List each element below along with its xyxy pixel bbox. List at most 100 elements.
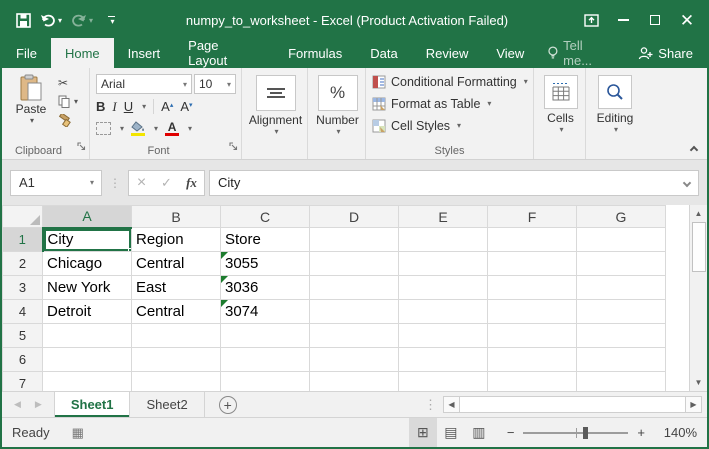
cell-F6[interactable] bbox=[488, 348, 577, 372]
font-size-select[interactable]: 10 ▾ bbox=[194, 74, 236, 94]
horizontal-scrollbar-track[interactable] bbox=[460, 396, 685, 413]
font-color-dropdown-arrow[interactable]: ▾ bbox=[188, 124, 192, 133]
copy-button[interactable]: ▾ bbox=[58, 94, 78, 109]
number-menu-button[interactable]: % Number ▾ bbox=[309, 72, 366, 143]
redo-dropdown-arrow[interactable]: ▾ bbox=[89, 16, 93, 25]
cell-G2[interactable] bbox=[577, 252, 666, 276]
cell-A5[interactable] bbox=[43, 324, 132, 348]
clipboard-dialog-launcher[interactable] bbox=[77, 138, 86, 156]
font-color-button[interactable]: A bbox=[165, 122, 179, 136]
close-button[interactable]: ✕ bbox=[671, 6, 703, 34]
cell-B7[interactable] bbox=[132, 372, 221, 392]
cell-C2[interactable]: 3055 bbox=[221, 252, 310, 276]
cell-A1[interactable]: City bbox=[43, 228, 132, 252]
expand-formula-bar-button[interactable] bbox=[683, 178, 691, 186]
cancel-button[interactable]: × bbox=[129, 174, 154, 192]
cell-G3[interactable] bbox=[577, 276, 666, 300]
row-header-3[interactable]: 3 bbox=[3, 276, 43, 300]
cell-D7[interactable] bbox=[310, 372, 399, 392]
tell-me-box[interactable]: Tell me... bbox=[538, 38, 624, 68]
fill-color-button[interactable] bbox=[131, 121, 145, 136]
next-sheet-button[interactable]: ▶ bbox=[35, 399, 42, 410]
fill-handle[interactable] bbox=[128, 248, 132, 252]
borders-dropdown-arrow[interactable]: ▾ bbox=[120, 124, 124, 133]
underline-button[interactable]: U bbox=[124, 99, 133, 114]
cell-styles-button[interactable]: Cell Styles ▾ bbox=[372, 115, 529, 136]
sheet-tab-sheet2[interactable]: Sheet2 bbox=[130, 392, 204, 417]
cell-E6[interactable] bbox=[399, 348, 488, 372]
scroll-left-button[interactable]: ◀ bbox=[443, 396, 460, 413]
cell-C4[interactable]: 3074 bbox=[221, 300, 310, 324]
cell-D2[interactable] bbox=[310, 252, 399, 276]
cell-C1[interactable]: Store bbox=[221, 228, 310, 252]
cell-D1[interactable] bbox=[310, 228, 399, 252]
scroll-up-button[interactable]: ▲ bbox=[690, 205, 707, 222]
column-header-E[interactable]: E bbox=[399, 206, 488, 228]
zoom-out-button[interactable]: − bbox=[507, 425, 515, 440]
cell-F2[interactable] bbox=[488, 252, 577, 276]
column-header-G[interactable]: G bbox=[577, 206, 666, 228]
row-header-2[interactable]: 2 bbox=[3, 252, 43, 276]
select-all-button[interactable] bbox=[3, 206, 43, 228]
tab-page-layout[interactable]: Page Layout bbox=[174, 38, 274, 68]
page-break-preview-button[interactable]: ▥ bbox=[465, 418, 493, 447]
row-header-1[interactable]: 1 bbox=[3, 228, 43, 252]
tab-review[interactable]: Review bbox=[412, 38, 483, 68]
tab-view[interactable]: View bbox=[482, 38, 538, 68]
minimize-button[interactable] bbox=[607, 6, 639, 34]
vertical-scrollbar-thumb[interactable] bbox=[692, 222, 706, 272]
cell-E7[interactable] bbox=[399, 372, 488, 392]
cell-E1[interactable] bbox=[399, 228, 488, 252]
cell-F4[interactable] bbox=[488, 300, 577, 324]
cell-C6[interactable] bbox=[221, 348, 310, 372]
macro-record-icon[interactable]: ▦ bbox=[72, 425, 84, 441]
cell-A3[interactable]: New York bbox=[43, 276, 132, 300]
cell-G6[interactable] bbox=[577, 348, 666, 372]
tab-formulas[interactable]: Formulas bbox=[274, 38, 356, 68]
bold-button[interactable]: B bbox=[96, 99, 105, 114]
row-header-7[interactable]: 7 bbox=[3, 372, 43, 392]
fill-color-dropdown-arrow[interactable]: ▾ bbox=[154, 124, 158, 133]
column-header-C[interactable]: C bbox=[221, 206, 310, 228]
formula-input[interactable]: City bbox=[209, 170, 699, 196]
decrease-font-size-button[interactable]: A▾ bbox=[180, 99, 192, 114]
alignment-menu-button[interactable]: Alignment ▾ bbox=[242, 72, 309, 143]
zoom-slider-thumb[interactable] bbox=[583, 427, 588, 439]
column-header-D[interactable]: D bbox=[310, 206, 399, 228]
normal-view-button[interactable]: ⊞ bbox=[409, 418, 437, 447]
cell-D4[interactable] bbox=[310, 300, 399, 324]
cell-C7[interactable] bbox=[221, 372, 310, 392]
customize-qat-button[interactable]: ▾ bbox=[104, 8, 119, 32]
paste-button[interactable]: Paste ▾ bbox=[8, 72, 54, 143]
zoom-in-button[interactable]: + bbox=[637, 425, 645, 440]
tab-home[interactable]: Home bbox=[51, 38, 114, 68]
cell-C5[interactable] bbox=[221, 324, 310, 348]
cell-G1[interactable] bbox=[577, 228, 666, 252]
cell-F7[interactable] bbox=[488, 372, 577, 392]
cell-B5[interactable] bbox=[132, 324, 221, 348]
editing-menu-button[interactable]: Editing ▾ bbox=[590, 72, 641, 143]
italic-button[interactable]: I bbox=[112, 99, 116, 115]
conditional-formatting-button[interactable]: Conditional Formatting ▾ bbox=[372, 71, 529, 92]
cell-B6[interactable] bbox=[132, 348, 221, 372]
borders-button[interactable] bbox=[96, 122, 111, 135]
font-dialog-launcher[interactable] bbox=[229, 138, 238, 156]
tab-insert[interactable]: Insert bbox=[114, 38, 175, 68]
sheet-tab-sheet1[interactable]: Sheet1 bbox=[54, 392, 131, 417]
cell-E2[interactable] bbox=[399, 252, 488, 276]
cell-G7[interactable] bbox=[577, 372, 666, 392]
format-as-table-button[interactable]: Format as Table ▾ bbox=[372, 93, 529, 114]
insert-function-button[interactable]: fx bbox=[179, 175, 204, 191]
cell-E5[interactable] bbox=[399, 324, 488, 348]
font-name-select[interactable]: Arial ▾ bbox=[96, 74, 192, 94]
cell-B4[interactable]: Central bbox=[132, 300, 221, 324]
vertical-scrollbar[interactable]: ▲ ▼ bbox=[689, 205, 707, 391]
column-header-B[interactable]: B bbox=[132, 206, 221, 228]
format-painter-button[interactable] bbox=[58, 113, 78, 128]
cell-B2[interactable]: Central bbox=[132, 252, 221, 276]
column-header-F[interactable]: F bbox=[488, 206, 577, 228]
underline-dropdown-arrow[interactable]: ▾ bbox=[142, 102, 146, 111]
cell-F5[interactable] bbox=[488, 324, 577, 348]
cell-E3[interactable] bbox=[399, 276, 488, 300]
cells-menu-button[interactable]: Cells ▾ bbox=[537, 72, 585, 143]
